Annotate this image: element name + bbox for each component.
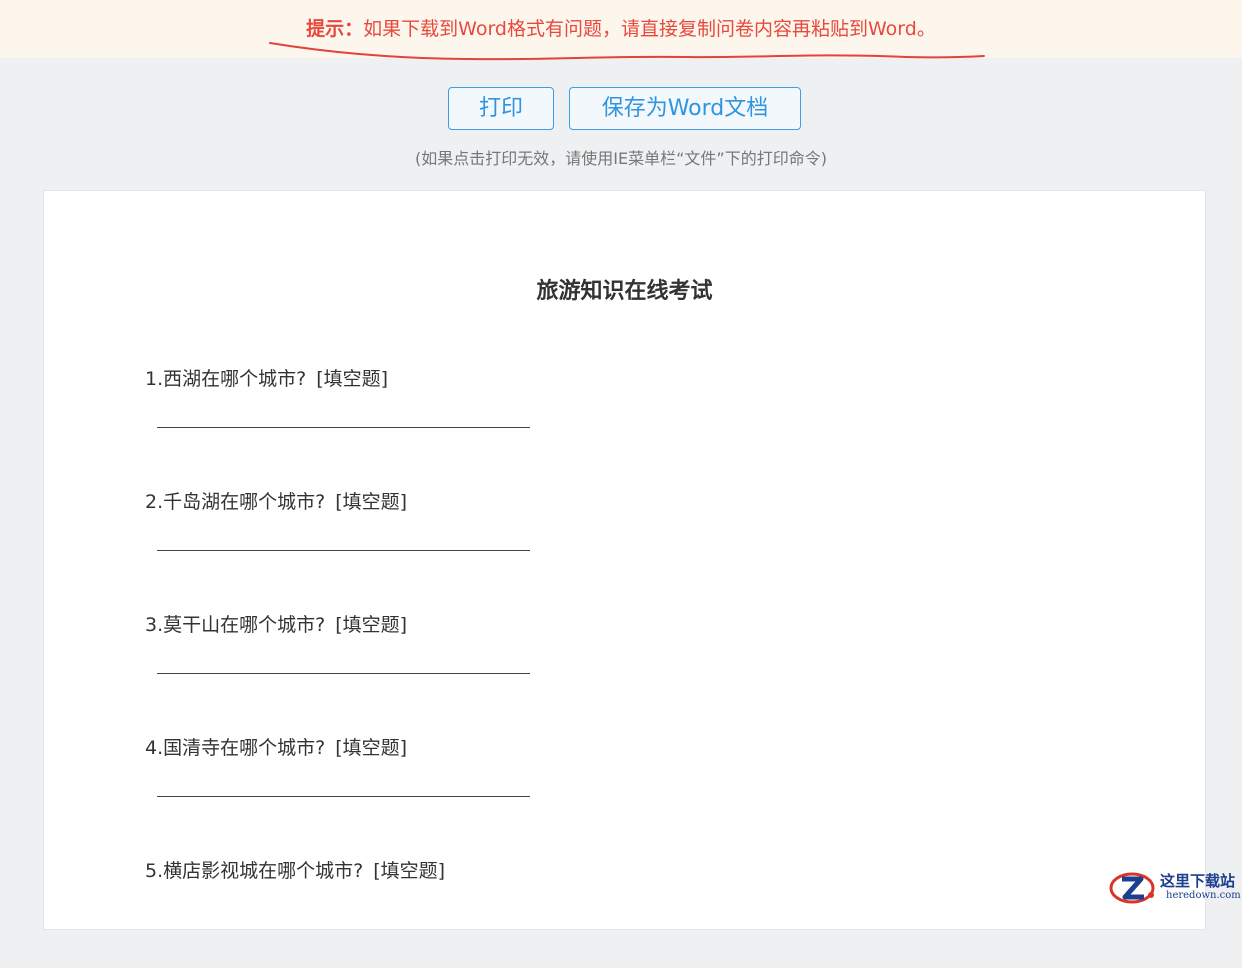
notice-label: 提示： [306, 18, 364, 40]
print-button[interactable]: 打印 [448, 87, 554, 130]
red-underline-annotation [269, 42, 985, 61]
question-text: 2.千岛湖在哪个城市? [填空题] [145, 489, 407, 515]
question-type-tag: [填空题] [316, 368, 389, 390]
survey-paper: 旅游知识在线考试 1.西湖在哪个城市? [填空题] 2.千岛湖在哪个城市? [填空题… [43, 190, 1206, 930]
question-item: 5.横店影视城在哪个城市? [填空题] [145, 858, 845, 968]
question-text: 4.国清寺在哪个城市? [填空题] [145, 735, 407, 761]
heredown-logo-icon [1109, 872, 1155, 904]
question-type-tag: [填空题] [335, 614, 408, 636]
save-as-word-button[interactable]: 保存为Word文档 [569, 87, 801, 130]
watermark-cn: 这里下载站 [1160, 872, 1236, 890]
answer-blank[interactable] [157, 550, 530, 551]
question-text: 1.西湖在哪个城市? [填空题] [145, 366, 388, 392]
answer-blank[interactable] [157, 427, 530, 428]
notice-text: 如果下载到Word格式有问题，请直接复制问卷内容再粘贴到Word。 [363, 18, 936, 40]
survey-title: 旅游知识在线考试 [536, 279, 713, 304]
site-watermark: 这里下载站 heredown.com [1108, 868, 1242, 907]
question-item: 2.千岛湖在哪个城市? [填空题] [145, 489, 845, 599]
answer-blank[interactable] [157, 673, 530, 674]
question-label: 4.国清寺在哪个城市? [145, 737, 326, 759]
question-type-tag: [填空题] [335, 491, 408, 513]
question-label: 3.莫干山在哪个城市? [145, 614, 326, 636]
question-text: 3.莫干山在哪个城市? [填空题] [145, 612, 407, 638]
question-item: 3.莫干山在哪个城市? [填空题] [145, 612, 845, 722]
question-label: 1.西湖在哪个城市? [145, 368, 307, 390]
question-label: 5.横店影视城在哪个城市? [145, 860, 364, 882]
question-item: 4.国清寺在哪个城市? [填空题] [145, 735, 845, 845]
question-text: 5.横店影视城在哪个城市? [填空题] [145, 858, 445, 884]
print-hint: (如果点击打印无效，请使用IE菜单栏“文件”下的打印命令) [415, 149, 827, 168]
question-label: 2.千岛湖在哪个城市? [145, 491, 326, 513]
notice-message: 提示：如果下载到Word格式有问题，请直接复制问卷内容再粘贴到Word。 [0, 15, 1242, 43]
question-type-tag: [填空题] [373, 860, 446, 882]
question-type-tag: [填空题] [335, 737, 408, 759]
question-item: 1.西湖在哪个城市? [填空题] [145, 366, 845, 476]
watermark-en: heredown.com [1166, 890, 1241, 901]
answer-blank[interactable] [157, 796, 530, 797]
